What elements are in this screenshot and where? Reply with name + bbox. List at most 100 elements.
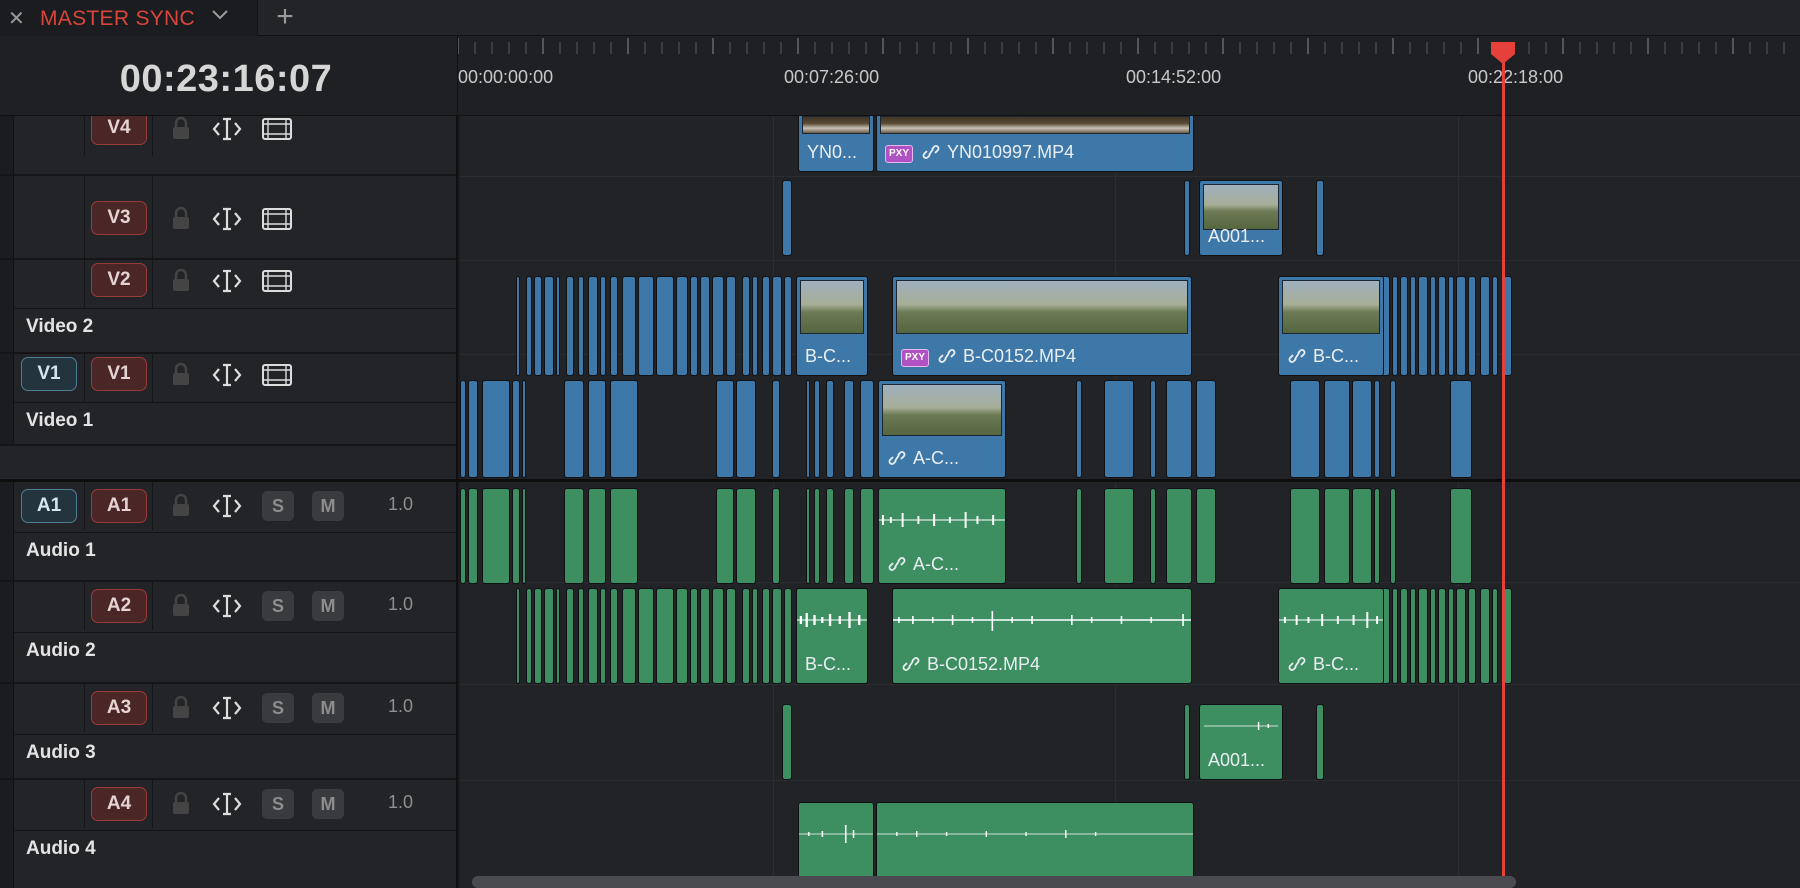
video-clip-sliver[interactable] [762,276,770,376]
audio-clip[interactable]: B-C... [1278,588,1384,684]
video-clip-sliver[interactable] [526,276,532,376]
audio-clip-sliver[interactable] [468,488,478,584]
video-clip-sliver[interactable] [1492,276,1498,376]
auto-select-icon[interactable] [210,360,244,390]
video-clip-sliver[interactable] [1468,276,1476,376]
audio-clip-sliver[interactable] [610,488,638,584]
video-clip-sliver[interactable] [712,276,724,376]
track-volume[interactable]: 1.0 [388,494,413,515]
audio-clip-sliver[interactable] [772,488,780,584]
video-clip-sliver[interactable] [588,380,606,478]
track-dest-v3[interactable]: V3 [91,201,147,235]
video-clip-sliver[interactable] [1076,380,1082,478]
video-clip-sliver[interactable] [1418,276,1428,376]
mute-button[interactable]: M [312,789,344,819]
audio-clip-sliver[interactable] [762,588,770,684]
track-dest-a4[interactable]: A4 [91,787,147,821]
solo-button[interactable]: S [262,591,294,621]
close-icon[interactable]: ✕ [8,6,25,31]
video-clip-sliver[interactable] [1150,380,1156,478]
auto-select-icon[interactable] [210,266,244,296]
audio-clip-sliver[interactable] [726,588,736,684]
video-clip-sliver[interactable] [622,276,636,376]
video-clip[interactable]: B-C... [796,276,868,376]
track-dest-a2[interactable]: A2 [91,589,147,623]
lock-icon[interactable] [164,693,198,723]
video-clip-sliver[interactable] [656,276,674,376]
video-clip[interactable]: A-C... [878,380,1006,478]
video-clip-sliver[interactable] [676,276,688,376]
track-dest-v1[interactable]: V1 [91,357,147,391]
audio-clip-sliver[interactable] [526,588,532,684]
video-clip[interactable]: A001... [1199,180,1283,256]
video-clip-sliver[interactable] [736,380,756,478]
plus-icon[interactable]: + [268,0,302,36]
track-name-audio-3[interactable]: Audio 3 [26,742,96,764]
video-clip[interactable]: B-C... [1278,276,1384,376]
audio-clip-sliver[interactable] [1430,588,1436,684]
lock-icon[interactable] [164,266,198,296]
audio-clip[interactable]: B-C0152.MP4 [892,588,1192,684]
video-clip-sliver[interactable] [544,276,554,376]
audio-clip-sliver[interactable] [1400,588,1408,684]
audio-clip[interactable] [876,802,1194,882]
video-clip-sliver[interactable] [534,276,542,376]
audio-clip-sliver[interactable] [656,588,674,684]
audio-clip-sliver[interactable] [700,588,710,684]
audio-clip[interactable] [798,802,874,882]
video-clip-sliver[interactable] [566,276,574,376]
audio-clip[interactable]: A001... [1199,704,1283,780]
audio-clip-sliver[interactable] [736,488,756,584]
audio-clip-sliver[interactable] [1448,588,1454,684]
video-clip-sliver[interactable] [1316,180,1324,256]
track-dest-v2[interactable]: V2 [91,263,147,297]
video-clip-sliver[interactable] [516,276,520,376]
track-dest-v4[interactable]: V4 [91,116,147,145]
auto-select-icon[interactable] [210,591,244,621]
auto-select-icon[interactable] [210,204,244,234]
video-clip[interactable]: YN0... [798,116,874,172]
audio-clip-sliver[interactable] [1316,704,1324,780]
video-clip-sliver[interactable] [782,180,792,256]
lock-icon[interactable] [164,491,198,521]
audio-clip-sliver[interactable] [534,588,542,684]
video-clip[interactable]: PXY B-C0152.MP4 [892,276,1192,376]
track-volume[interactable]: 1.0 [388,594,413,615]
audio-clip-sliver[interactable] [1166,488,1192,584]
audio-clip-sliver[interactable] [806,488,810,584]
auto-select-icon[interactable] [210,491,244,521]
mute-button[interactable]: M [312,591,344,621]
audio-clip-sliver[interactable] [1418,588,1428,684]
audio-clip-sliver[interactable] [566,588,574,684]
playhead[interactable] [1502,44,1505,876]
mute-button[interactable]: M [312,693,344,723]
solo-button[interactable]: S [262,491,294,521]
audio-clip-sliver[interactable] [1456,588,1466,684]
timeline-ruler[interactable]: 00:00:00:00 00:07:26:00 00:14:52:00 00:2… [458,36,1800,116]
video-clip-sliver[interactable] [1196,380,1216,478]
audio-clip-sliver[interactable] [1184,704,1190,780]
track-dest-a1[interactable]: A1 [91,489,147,523]
auto-select-icon[interactable] [210,789,244,819]
video-clip-sliver[interactable] [752,276,758,376]
audio-clip-sliver[interactable] [1076,488,1082,584]
video-clip-sliver[interactable] [578,276,584,376]
lock-icon[interactable] [164,591,198,621]
video-clip-sliver[interactable] [700,276,710,376]
audio-clip-sliver[interactable] [772,588,782,684]
mute-button[interactable]: M [312,491,344,521]
horizontal-scrollbar[interactable] [472,876,1516,888]
film-strip-icon[interactable] [260,266,294,296]
solo-button[interactable]: S [262,789,294,819]
audio-clip-sliver[interactable] [564,488,584,584]
video-clip-sliver[interactable] [522,380,526,478]
video-clip-sliver[interactable] [1290,380,1320,478]
video-clip-sliver[interactable] [1448,276,1454,376]
track-name-audio-2[interactable]: Audio 2 [26,640,96,662]
lock-icon[interactable] [164,360,198,390]
video-clip-sliver[interactable] [468,380,478,478]
video-clip-sliver[interactable] [1430,276,1436,376]
track-name-video-1[interactable]: Video 1 [26,410,93,432]
audio-clip-sliver[interactable] [588,488,606,584]
track-source-a1[interactable]: A1 [21,489,77,523]
